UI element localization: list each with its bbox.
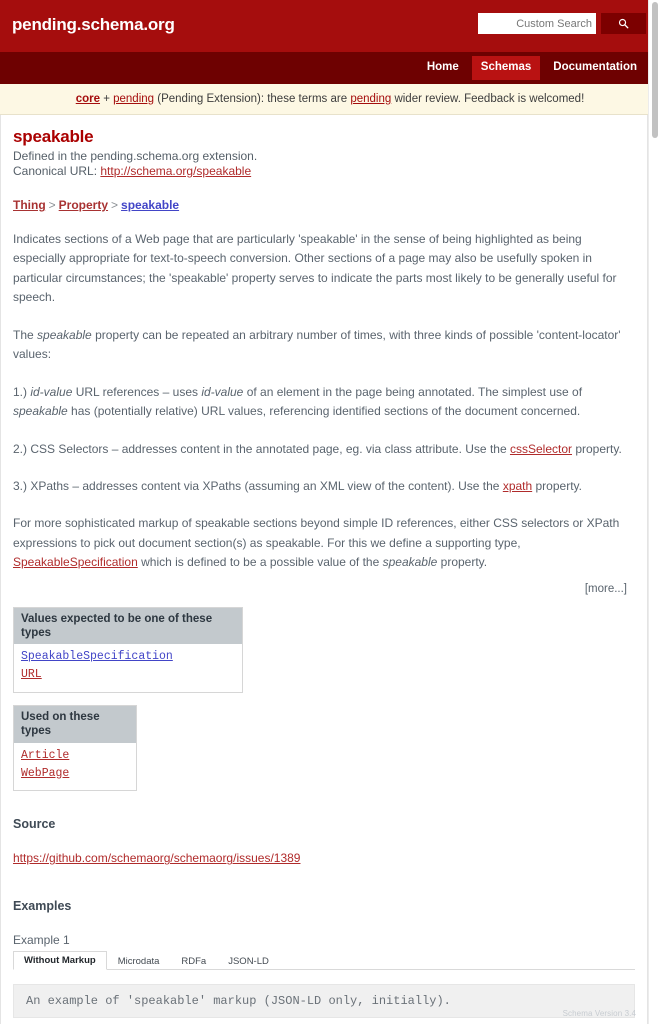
description-paragraph-4: 2.) CSS Selectors – addresses content in… [13, 440, 635, 459]
description-paragraph-6: For more sophisticated markup of speakab… [13, 514, 635, 572]
content-area: speakable Defined in the pending.schema.… [0, 115, 648, 1024]
banner-text: core + pending (Pending Extension): thes… [76, 93, 585, 105]
breadcrumb-item-property[interactable]: Property [59, 198, 108, 212]
tab-jsonld-1[interactable]: JSON-LD [217, 952, 280, 970]
schema-version-label: Schema Version 3.4 [562, 1009, 636, 1018]
nav-item-schemas[interactable]: Schemas [471, 56, 541, 80]
breadcrumb-item-thing[interactable]: Thing [13, 198, 46, 212]
used-on-types-table: Used on these types Article WebPage [13, 705, 137, 792]
table-row: SpeakableSpecification [21, 648, 235, 666]
p3-text-d: has (potentially relative) URL values, r… [67, 404, 581, 419]
banner-text-end: wider review. Feedback is welcomed! [391, 93, 585, 105]
banner-link-pending[interactable]: pending [113, 93, 154, 105]
used-on-table-header: Used on these types [14, 706, 136, 743]
values-expected-table-body: SpeakableSpecification URL [14, 644, 242, 692]
description-paragraph-2: The speakable property can be repeated a… [13, 326, 635, 365]
page-title: speakable [13, 127, 94, 146]
p5-text-b: property. [532, 478, 582, 493]
scrollbar-thumb[interactable] [652, 2, 658, 138]
type-link-webpage[interactable]: WebPage [21, 767, 69, 780]
example-1-code: An example of 'speakable' markup (JSON-L… [13, 984, 635, 1019]
p3-text-c: of an element in the page being annotate… [243, 384, 583, 399]
tab-microdata-1[interactable]: Microdata [107, 952, 171, 970]
search-input[interactable] [478, 13, 596, 34]
banner-link-core[interactable]: core [76, 93, 100, 105]
p5-text-a: 3.) XPaths – addresses content via XPath… [13, 478, 503, 493]
more-row: [more...] [13, 583, 635, 595]
link-cssselector[interactable]: cssSelector [510, 442, 572, 456]
p2-text-b: property can be repeated an arbitrary nu… [13, 327, 621, 362]
description-paragraph-1: Indicates sections of a Web page that ar… [13, 232, 617, 305]
description-paragraph-3: 1.) id-value URL references – uses id-va… [13, 383, 635, 422]
source-link-row: https://github.com/schemaorg/schemaorg/i… [13, 851, 635, 865]
search-icon [618, 18, 629, 29]
type-link-article[interactable]: Article [21, 749, 69, 762]
p3-emphasis-1: id-value [30, 384, 73, 399]
page-scrollbar[interactable] [648, 0, 660, 1024]
search-area [478, 13, 646, 34]
p2-emphasis: speakable [37, 327, 92, 342]
p6-emphasis: speakable [382, 555, 438, 570]
used-on-table-body: Article WebPage [14, 743, 136, 791]
banner-text-mid: (Pending Extension): these terms are [154, 93, 351, 105]
link-xpath[interactable]: xpath [503, 479, 532, 493]
type-link-url[interactable]: URL [21, 668, 42, 681]
table-row: WebPage [21, 765, 129, 783]
breadcrumb-item-speakable[interactable]: speakable [121, 198, 179, 212]
breadcrumb-separator-1: > [48, 198, 56, 212]
p6-text-a: For more sophisticated markup of speakab… [13, 516, 620, 550]
p6-text-c: property. [437, 555, 488, 570]
p4-text-b: property. [572, 441, 622, 456]
canonical-url-label: Canonical URL: [13, 164, 101, 178]
canonical-url-link[interactable]: http://schema.org/speakable [100, 164, 251, 178]
p6-text-b: which is defined to be a possible value … [137, 555, 383, 570]
main-navigation: Home Schemas Documentation [0, 52, 660, 84]
table-row: Article [21, 747, 129, 765]
link-speakablespecification[interactable]: SpeakableSpecification [13, 555, 138, 569]
breadcrumb: Thing > Property > speakable [13, 198, 635, 212]
tab-without-markup-1[interactable]: Without Markup [13, 951, 107, 971]
canonical-url-row: Canonical URL: http://schema.org/speakab… [13, 164, 635, 178]
search-button[interactable] [601, 13, 646, 34]
source-issue-link[interactable]: https://github.com/schemaorg/schemaorg/i… [13, 851, 300, 865]
p3-text-a: 1.) [13, 384, 31, 399]
extension-banner: core + pending (Pending Extension): thes… [0, 84, 660, 115]
p4-text-a: 2.) CSS Selectors – addresses content in… [13, 441, 510, 456]
nav-item-home[interactable]: Home [418, 56, 468, 80]
defined-in-text: Defined in the pending.schema.org extens… [13, 149, 258, 163]
values-expected-table-header: Values expected to be one of these types [14, 607, 242, 645]
nav-item-documentation[interactable]: Documentation [544, 56, 646, 80]
values-expected-table: Values expected to be one of these types… [13, 606, 243, 694]
values-expected-table-wrap: Values expected to be one of these types… [13, 595, 635, 694]
banner-link-pending-2[interactable]: pending [350, 93, 391, 105]
table-row: URL [21, 666, 235, 684]
examples-heading: Examples [13, 899, 72, 914]
site-header: pending.schema.org [0, 0, 660, 52]
source-heading: Source [13, 817, 56, 832]
p3-emphasis-2: id-value [201, 384, 244, 399]
used-on-table-wrap: Used on these types Article WebPage [13, 693, 635, 792]
site-brand: pending.schema.org [12, 15, 175, 34]
type-link-speakablespecification[interactable]: SpeakableSpecification [21, 650, 173, 663]
description-paragraph-5: 3.) XPaths – addresses content via XPath… [13, 477, 635, 496]
p3-text-b: URL references – uses [72, 384, 202, 399]
tab-rdfa-1[interactable]: RDFa [170, 952, 217, 970]
p3-emphasis-3: speakable [13, 404, 68, 419]
more-link[interactable]: [more...] [585, 583, 627, 595]
example-1-tabs: Without Markup Microdata RDFa JSON-LD [13, 951, 635, 971]
p2-text-a: The [13, 327, 38, 342]
breadcrumb-separator-2: > [111, 198, 119, 212]
banner-plus: + [100, 93, 114, 105]
example-1-label: Example 1 [13, 933, 70, 948]
